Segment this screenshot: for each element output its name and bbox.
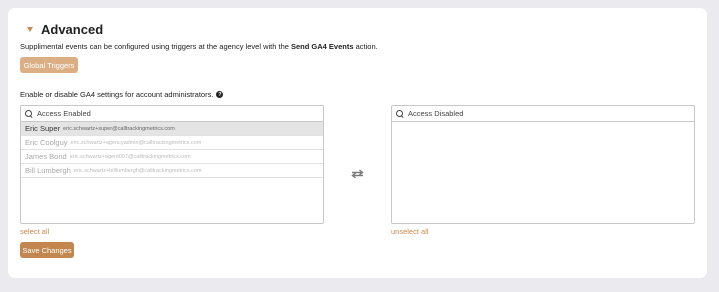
user-name: Bill Lumbergh bbox=[25, 166, 71, 175]
section-title: Advanced bbox=[41, 22, 104, 37]
global-triggers-button[interactable]: Global Triggers bbox=[20, 57, 78, 73]
access-enabled-search-input[interactable] bbox=[37, 109, 297, 118]
caret-down-icon[interactable] bbox=[27, 27, 33, 32]
transfer-arrows-icon[interactable] bbox=[351, 169, 364, 179]
save-changes-button[interactable]: Save Changes bbox=[20, 242, 74, 258]
user-name: James Bond bbox=[25, 152, 67, 161]
section-description: Supplimental events can be configured us… bbox=[20, 42, 378, 51]
list-item[interactable]: James Bond eric.schwartz+agent007@calltr… bbox=[21, 150, 323, 164]
user-email: eric.schwartz+agent007@calltrackingmetri… bbox=[69, 153, 191, 160]
select-all-link[interactable]: select all bbox=[20, 227, 49, 236]
description-action-name: Send GA4 Events bbox=[291, 42, 354, 51]
list-item[interactable]: Eric Super eric.schwartz+super@calltrack… bbox=[21, 122, 323, 136]
description-prefix: Supplimental events can be configured us… bbox=[20, 42, 291, 51]
search-icon bbox=[25, 109, 33, 118]
user-name: Eric Coolguy bbox=[25, 138, 68, 147]
description-suffix: action. bbox=[353, 42, 378, 51]
advanced-settings-card: Advanced Supplimental events can be conf… bbox=[8, 8, 707, 278]
user-email: eric.schwartz+billlumbergh@calltrackingm… bbox=[73, 167, 202, 174]
unselect-all-link[interactable]: unselect all bbox=[391, 227, 429, 236]
search-icon bbox=[396, 109, 404, 118]
permissions-label: Enable or disable GA4 settings for accou… bbox=[20, 90, 214, 99]
user-email: eric.schwartz+agencyadmin@calltrackingme… bbox=[70, 139, 202, 146]
advanced-section-toggle[interactable]: Advanced bbox=[25, 22, 103, 37]
list-item[interactable]: Eric Coolguy eric.schwartz+agencyadmin@c… bbox=[21, 136, 323, 150]
permissions-label-row: Enable or disable GA4 settings for accou… bbox=[20, 90, 224, 99]
access-disabled-list bbox=[391, 105, 695, 224]
access-enabled-list: Eric Super eric.schwartz+super@calltrack… bbox=[20, 105, 324, 224]
access-enabled-search bbox=[21, 106, 323, 122]
list-item[interactable]: Bill Lumbergh eric.schwartz+billlumbergh… bbox=[21, 164, 323, 178]
access-disabled-search-input[interactable] bbox=[408, 109, 668, 118]
user-name: Eric Super bbox=[25, 124, 61, 133]
user-email: eric.schwartz+super@calltrackingmetrics.… bbox=[63, 125, 175, 132]
question-circle-icon[interactable]: ? bbox=[216, 91, 224, 98]
access-disabled-search bbox=[392, 106, 694, 122]
